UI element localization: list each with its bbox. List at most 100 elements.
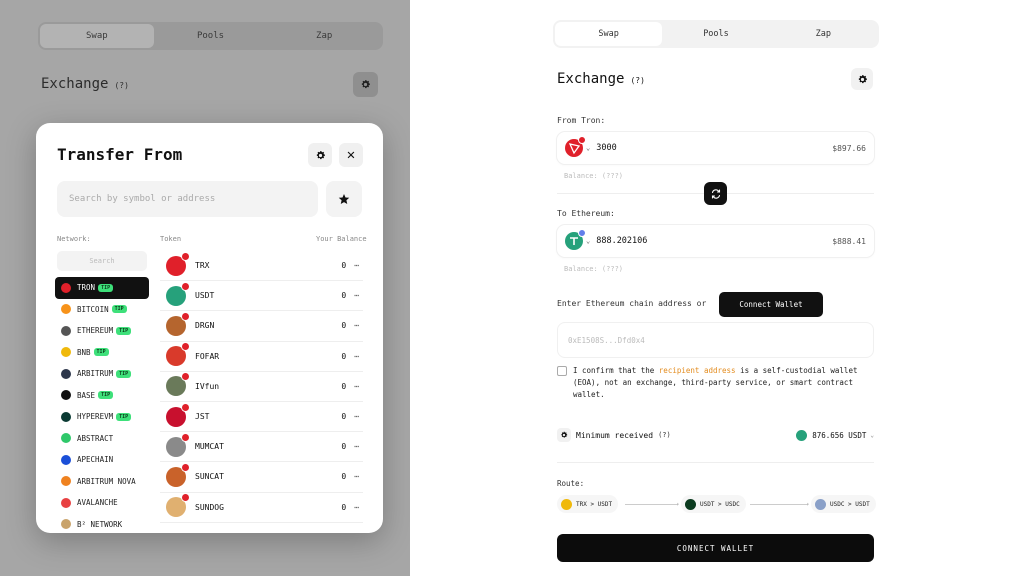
bg-tab-zap[interactable]: Zap <box>267 24 381 48</box>
network-name: TRON <box>77 283 96 293</box>
tab-pools[interactable]: Pools <box>662 22 769 46</box>
token-row[interactable]: DRGN 0 ⋯ <box>160 311 363 342</box>
route-label: Route: <box>557 479 585 488</box>
balance-column-header: Your Balance <box>316 235 367 243</box>
confirm-text: I confirm that the recipient address is … <box>573 365 878 401</box>
network-item[interactable]: AVALANCHE <box>55 492 149 514</box>
token-icon <box>166 402 190 427</box>
network-item[interactable]: APECHAIN <box>55 449 149 471</box>
bg-help-icon[interactable]: (?) <box>114 81 128 90</box>
minimum-received-row: Minimum received (?) 876.656 USDT ⌄ <box>557 427 874 443</box>
more-options-icon[interactable]: ⋯ <box>354 321 359 330</box>
token-list: TRX 0 ⋯ USDT 0 ⋯ DRGN 0 ⋯ FOFAR 0 ⋯ IVfun 0 ⋯ JST 0 ⋯ MUMC… <box>160 251 363 523</box>
network-name: HYPEREVM <box>77 412 114 422</box>
help-icon[interactable]: (?) <box>630 76 644 85</box>
modal-settings-button[interactable] <box>308 143 332 167</box>
network-item[interactable]: ARBITRUM NOVA <box>55 471 149 493</box>
more-options-icon[interactable]: ⋯ <box>354 472 359 481</box>
network-name: APECHAIN <box>77 455 114 465</box>
bg-tab-pools[interactable]: Pools <box>154 24 268 48</box>
token-row[interactable]: USDT 0 ⋯ <box>160 281 363 312</box>
tab-bar: Swap Pools Zap <box>553 20 879 48</box>
tab-zap[interactable]: Zap <box>770 22 877 46</box>
token-row[interactable]: SUNDOG 0 ⋯ <box>160 493 363 523</box>
swap-direction-button[interactable] <box>704 182 727 205</box>
token-icon <box>166 372 190 397</box>
more-options-icon[interactable]: ⋯ <box>354 382 359 391</box>
tron-token-icon[interactable] <box>565 136 586 157</box>
settings-button[interactable] <box>851 68 873 90</box>
network-item[interactable]: TRON TIP <box>55 277 149 299</box>
chevron-down-icon[interactable]: ⌄ <box>586 237 590 245</box>
exchange-panel: Swap Pools Zap Exchange (?) From Tron: ⌄ … <box>410 0 1024 576</box>
tab-swap[interactable]: Swap <box>555 22 663 46</box>
network-name: ABSTRACT <box>77 433 114 443</box>
network-icon <box>61 454 71 465</box>
usdt-token-icon[interactable] <box>565 229 586 250</box>
modal-close-button[interactable]: ✕ <box>339 143 363 167</box>
tip-badge: TIP <box>98 283 114 292</box>
more-options-icon[interactable]: ⋯ <box>354 442 359 451</box>
bg-settings-button[interactable] <box>353 72 378 97</box>
token-row[interactable]: MUMCAT 0 ⋯ <box>160 432 363 463</box>
arrow-right-icon: › <box>676 501 680 508</box>
network-icon <box>61 347 71 358</box>
token-balance: 0 <box>341 291 347 301</box>
network-name: BNB <box>77 347 91 357</box>
sunswap-icon <box>561 498 572 510</box>
network-item[interactable]: BNB TIP <box>55 342 149 364</box>
token-row[interactable]: SUNCAT 0 ⋯ <box>160 462 363 493</box>
from-amount-input[interactable]: 3000 <box>596 143 832 153</box>
exchange-title: Exchange (?) <box>557 71 645 87</box>
token-balance: 0 <box>341 351 347 361</box>
connect-wallet-small-button[interactable]: Connect Wallet <box>719 292 823 317</box>
tip-badge: TIP <box>111 305 127 314</box>
token-row[interactable]: FOFAR 0 ⋯ <box>160 342 363 372</box>
network-item[interactable]: ABSTRACT <box>55 428 149 450</box>
chevron-down-icon[interactable]: ⌄ <box>586 144 590 152</box>
token-row[interactable]: IVfun 0 ⋯ <box>160 372 363 402</box>
route-step-3-label: USDC > USDT <box>830 500 870 508</box>
bg-exchange-title: Exchange (?) <box>41 76 129 92</box>
tron-network-badge <box>181 372 190 382</box>
minimum-received-label: Minimum received <box>576 430 654 440</box>
network-item[interactable]: BASE TIP <box>55 385 149 407</box>
network-icon <box>61 282 71 293</box>
recipient-address-input[interactable] <box>557 322 874 358</box>
token-icon <box>166 342 190 367</box>
help-icon[interactable]: (?) <box>658 431 671 439</box>
token-row[interactable]: TRX 0 ⋯ <box>160 251 363 282</box>
bg-tab-swap[interactable]: Swap <box>40 24 154 48</box>
favorites-button[interactable] <box>326 181 362 217</box>
route-step-1-label: TRX > USDT <box>576 500 613 508</box>
network-item[interactable]: B² NETWORK <box>55 514 149 534</box>
confirm-checkbox[interactable] <box>557 366 567 376</box>
token-icon <box>166 281 190 306</box>
more-options-icon[interactable]: ⋯ <box>354 503 359 512</box>
more-options-icon[interactable]: ⋯ <box>354 412 359 421</box>
network-icon <box>61 390 71 401</box>
network-item[interactable]: HYPEREVM TIP <box>55 406 149 428</box>
from-balance: Balance: (???) <box>564 172 624 180</box>
bg-tab-bar: Swap Pools Zap <box>38 22 383 50</box>
token-balance: 0 <box>341 442 347 452</box>
network-name: BITCOIN <box>77 304 109 314</box>
token-balance: 0 <box>341 321 347 331</box>
more-options-icon[interactable]: ⋯ <box>354 261 359 270</box>
more-options-icon[interactable]: ⋯ <box>354 291 359 300</box>
network-item[interactable]: ETHEREUM TIP <box>55 320 149 342</box>
token-row[interactable]: JST 0 ⋯ <box>160 402 363 433</box>
network-item[interactable]: BITCOIN TIP <box>55 299 149 321</box>
confirm-pre: I confirm that the <box>573 366 655 375</box>
slippage-settings-button[interactable] <box>557 428 571 442</box>
from-label: From Tron: <box>557 116 606 125</box>
minimum-received-value[interactable]: 876.656 USDT ⌄ <box>796 429 874 441</box>
recipient-address-link[interactable]: recipient address <box>659 366 736 375</box>
tip-badge: TIP <box>116 412 132 421</box>
tip-badge: TIP <box>116 326 132 335</box>
network-search-input[interactable] <box>57 251 147 271</box>
more-options-icon[interactable]: ⋯ <box>354 352 359 361</box>
token-search-input[interactable] <box>57 181 318 217</box>
connect-wallet-button[interactable]: CONNECT WALLET <box>557 534 874 562</box>
network-item[interactable]: ARBITRUM TIP <box>55 363 149 385</box>
